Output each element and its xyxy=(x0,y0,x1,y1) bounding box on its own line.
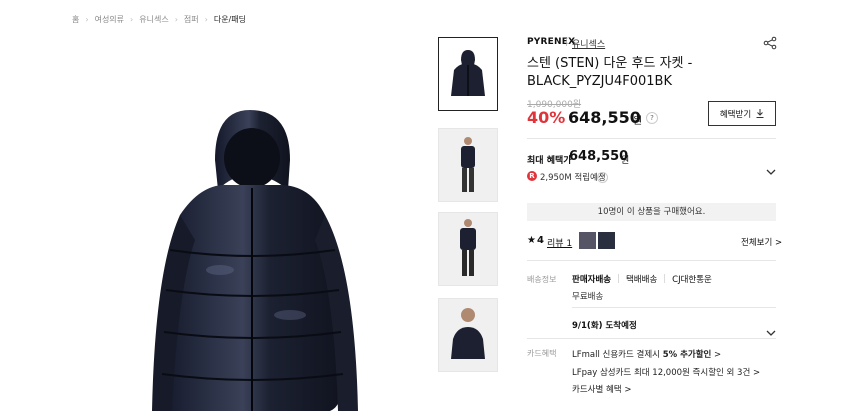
breadcrumb-jumper[interactable]: 점퍼 xyxy=(184,14,199,25)
arrival-date: 9/1(화) 도착예정 xyxy=(572,321,637,331)
brand-separator: | xyxy=(565,37,568,46)
chevron-right-icon: › xyxy=(204,15,208,24)
breadcrumb-home[interactable]: 홈 xyxy=(72,14,79,25)
separator: | xyxy=(617,274,620,284)
star-icon: ★ xyxy=(527,235,536,246)
breadcrumb-women[interactable]: 여성의류 xyxy=(95,14,124,25)
reward-points: 2,950M 적립예정 xyxy=(540,173,606,183)
card-benefit-highlight: 5% 추가할인 xyxy=(662,350,712,360)
discount-rate: 40% xyxy=(527,108,566,127)
shipping-methods: 판매자배송 | 택배배송 | CJ대한통운 xyxy=(572,273,712,285)
chevron-right-icon: › xyxy=(174,15,178,24)
jacket-illustration xyxy=(152,110,358,411)
seller-shipping: 판매자배송 xyxy=(572,275,612,285)
breadcrumb-unisex[interactable]: 유니섹스 xyxy=(139,14,168,25)
get-benefit-label: 혜택받기 xyxy=(719,109,752,120)
currency-label: 원 xyxy=(633,116,643,127)
product-title: 스텐 (STEN) 다운 후드 자켓 - BLACK_PYZJU4F001BK xyxy=(527,56,693,89)
card-benefit-lfpay[interactable]: LFpay 삼성카드 최대 12,000원 즉시할인 외 3건 > xyxy=(572,366,760,378)
price-info-icon[interactable]: ? xyxy=(646,112,658,124)
parcel-shipping: 택배배송 xyxy=(625,275,658,285)
purchase-count-banner: 10명이 이 상품을 구매했어요. xyxy=(527,203,776,221)
get-benefit-button[interactable]: 혜택받기 xyxy=(708,101,776,126)
download-icon xyxy=(756,109,764,118)
card-benefit-lfmall[interactable]: LFmall 신용카드 결제시 5% 추가할인 > xyxy=(572,348,721,360)
points-info-icon[interactable]: ? xyxy=(597,172,608,183)
free-shipping: 무료배송 xyxy=(572,292,604,302)
chevron-right-icon: > xyxy=(711,350,722,360)
divider xyxy=(572,307,776,308)
thumbnail-2[interactable] xyxy=(438,128,498,202)
jacket-thumbnail-icon xyxy=(451,50,485,96)
review-photo-thumbnail[interactable] xyxy=(579,232,596,249)
model-thumbnail-icon xyxy=(461,137,475,192)
thumbnail-4[interactable] xyxy=(438,298,498,372)
main-product-image[interactable] xyxy=(110,40,410,411)
review-count-link[interactable]: 리뷰 1 xyxy=(547,236,572,249)
model-thumbnail-icon xyxy=(460,219,476,276)
point-badge-icon: R xyxy=(527,171,537,181)
chevron-down-icon[interactable] xyxy=(766,160,776,179)
model-thumbnail-icon xyxy=(451,308,485,359)
view-all-reviews-link[interactable]: 전체보기 > xyxy=(741,236,782,248)
separator: | xyxy=(663,274,667,284)
share-icon[interactable] xyxy=(763,35,777,54)
divider xyxy=(527,138,776,139)
max-benefit-label: 최대 혜택가 xyxy=(527,156,572,166)
max-benefit-currency: 원 xyxy=(621,156,630,166)
chevron-right-icon: › xyxy=(85,15,89,24)
max-benefit-price: 648,550 xyxy=(569,149,629,164)
chevron-right-icon: › xyxy=(130,15,134,24)
brand-name[interactable]: PYRENEX xyxy=(527,37,575,47)
breadcrumb: 홈 › 여성의류 › 유니섹스 › 점퍼 › 다운/패딩 xyxy=(72,14,246,25)
review-photo-thumbnail[interactable] xyxy=(598,232,615,249)
breadcrumb-current[interactable]: 다운/패딩 xyxy=(214,14,246,25)
sub-brand-link[interactable]: 유니섹스 xyxy=(572,37,605,50)
thumbnail-1[interactable] xyxy=(438,37,498,111)
card-benefit-text: LFmall 신용카드 결제시 xyxy=(572,350,663,360)
shipping-carrier: CJ대한통운 xyxy=(672,275,712,285)
divider xyxy=(527,338,776,339)
thumbnail-3[interactable] xyxy=(438,212,498,286)
review-rating: 4 xyxy=(537,235,544,246)
sale-price: 648,550 xyxy=(568,108,641,127)
card-benefits-label: 카드혜택 xyxy=(527,349,557,358)
divider xyxy=(527,260,776,261)
shipping-label: 배송정보 xyxy=(527,275,557,284)
card-benefit-by-card[interactable]: 카드사별 혜택 > xyxy=(572,383,631,395)
